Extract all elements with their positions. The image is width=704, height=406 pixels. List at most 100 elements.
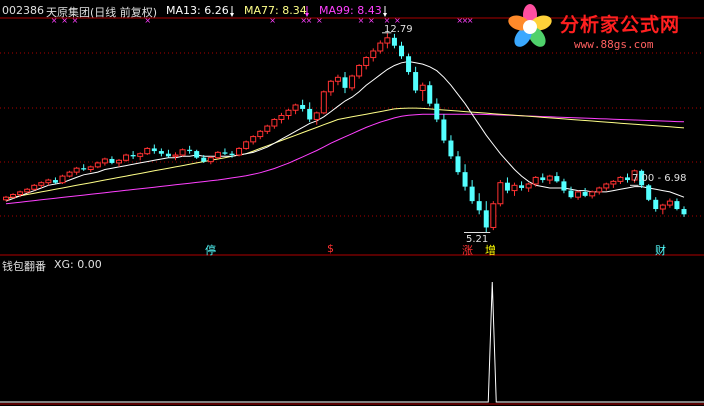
candle-body-up	[73, 167, 80, 173]
candle-body-down	[81, 168, 87, 170]
candle-body-up	[320, 91, 327, 114]
high-price-label: 12.79	[384, 24, 413, 35]
candle-body-down	[427, 85, 433, 104]
candle	[116, 158, 122, 167]
candle	[399, 41, 404, 59]
candle-body-down	[455, 156, 461, 173]
candle	[264, 124, 271, 134]
candle-body-down	[554, 176, 560, 182]
logo-url: www.88gs.com	[574, 38, 654, 51]
candle-body-down	[434, 103, 440, 120]
candle-body-up	[271, 118, 278, 127]
candle	[307, 102, 313, 123]
candle	[568, 186, 574, 199]
candle-body-down	[158, 151, 164, 154]
candle-body-up	[38, 182, 45, 186]
candle-body-up	[292, 104, 299, 111]
candle-body-up	[101, 158, 108, 164]
candle	[406, 53, 412, 75]
candle-body-up	[278, 115, 285, 120]
candle-body-up	[659, 204, 666, 210]
candle	[349, 74, 356, 91]
candle	[94, 161, 101, 169]
candle	[666, 198, 673, 208]
stock-name: 天原集团(日线 前复权)	[46, 6, 158, 19]
candle	[144, 147, 151, 156]
candle-body-up	[666, 200, 673, 206]
candle-body-down	[201, 157, 207, 162]
candle-body-up	[137, 153, 144, 157]
candle-body-up	[546, 175, 553, 181]
candle	[462, 164, 468, 191]
candle	[674, 198, 680, 211]
candle	[596, 186, 603, 195]
candle-body-down	[483, 210, 489, 228]
candle	[165, 149, 171, 158]
candle-body-down	[441, 119, 447, 141]
signal-x-mark: ×	[467, 16, 474, 25]
candle-body-up	[356, 64, 363, 77]
candle-body-down	[413, 72, 419, 91]
candle	[448, 135, 454, 159]
candle	[151, 144, 157, 154]
candle	[610, 180, 617, 188]
candle	[137, 152, 144, 161]
candle	[413, 66, 419, 94]
ma77-label: MA77: 8.34	[244, 4, 307, 17]
candle-body-down	[653, 199, 659, 210]
candle	[109, 156, 115, 165]
candle-body-up	[511, 184, 518, 192]
candle-body-up	[285, 109, 292, 117]
candle-body-up	[349, 75, 356, 89]
candle	[575, 190, 582, 200]
candle-body-up	[257, 130, 264, 138]
candle	[73, 166, 80, 175]
candle-body-down	[448, 140, 454, 157]
candle-body-up	[497, 182, 504, 205]
candle-body-up	[617, 176, 624, 182]
signal-label-stop: 停	[205, 244, 216, 257]
ma99-label: MA99: 8.43	[319, 4, 382, 17]
candle-body-up	[24, 188, 31, 193]
candle-body-up	[3, 196, 9, 201]
candle	[363, 56, 370, 70]
candle-body-up	[123, 154, 130, 161]
candle-body-down	[462, 172, 468, 187]
signal-x-mark: ×	[269, 16, 276, 25]
candle-body-up	[264, 125, 271, 132]
xg-label: XG: 0.00	[54, 258, 102, 271]
candle	[214, 151, 221, 159]
candle	[455, 151, 461, 175]
candle-body-up	[370, 50, 377, 59]
candle-body-up	[334, 76, 341, 82]
candle	[384, 32, 391, 49]
candle	[476, 193, 482, 215]
ma13-label: MA13: 6.26	[166, 4, 229, 17]
candle	[222, 148, 228, 156]
ma77-line	[5, 107, 685, 199]
candle-body-up	[172, 154, 179, 157]
candle-body-up	[179, 149, 186, 156]
candle	[653, 197, 659, 212]
candle	[66, 170, 73, 178]
candle-body-up	[384, 37, 391, 44]
candle-body-down	[342, 77, 348, 88]
candle	[271, 118, 278, 129]
chart-canvas[interactable]: × × × × × ×× × × × × × ×××	[0, 0, 704, 406]
candle	[194, 149, 200, 159]
candle-body-down	[151, 148, 157, 152]
signal-x-mark: ×	[358, 16, 365, 25]
signal-x-mark: ×	[306, 16, 313, 25]
candle	[441, 114, 447, 144]
candle-body-up	[603, 183, 610, 189]
candle-body-up	[236, 147, 243, 156]
candle	[625, 173, 630, 183]
candle	[659, 203, 666, 215]
candle-body-up	[610, 180, 617, 185]
candle	[243, 140, 250, 150]
signal-x-mark: ×	[368, 16, 375, 25]
candle-body-down	[406, 56, 412, 73]
candle	[207, 156, 214, 165]
candle	[554, 172, 560, 183]
candle-body-down	[307, 108, 313, 120]
